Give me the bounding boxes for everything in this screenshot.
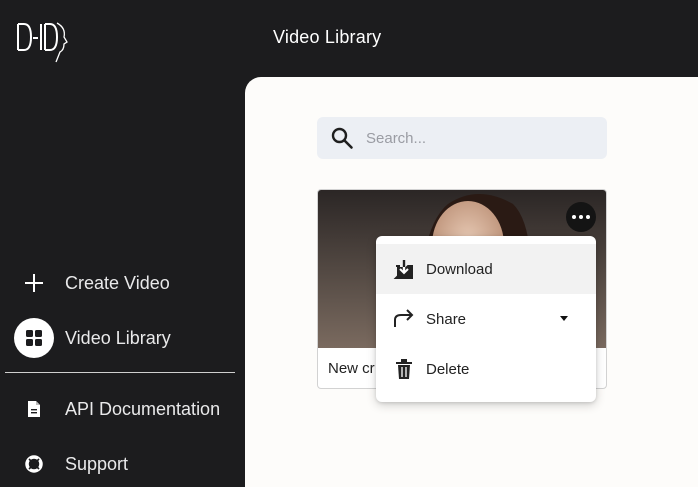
menu-item-label: Download <box>426 260 493 278</box>
chevron-down-icon[interactable] <box>560 316 568 321</box>
sidebar-item-support[interactable]: Support <box>14 444 236 484</box>
menu-item-download[interactable]: Download <box>376 244 596 294</box>
dot-icon <box>579 215 583 219</box>
more-options-button[interactable] <box>566 202 596 232</box>
video-title: New cr <box>328 360 375 377</box>
plus-icon <box>14 263 54 303</box>
menu-item-delete[interactable]: Delete <box>376 344 596 394</box>
grid-icon <box>14 318 54 358</box>
sidebar-item-video-library[interactable]: Video Library <box>14 318 236 358</box>
sidebar: Create Video Video Library API Documenta… <box>0 0 245 487</box>
video-context-menu: Download Share Delete <box>376 236 596 402</box>
dot-icon <box>586 215 590 219</box>
sidebar-item-create-video[interactable]: Create Video <box>14 263 236 303</box>
sidebar-item-label: Create Video <box>65 272 170 293</box>
search-bar[interactable] <box>317 117 607 159</box>
sidebar-item-label: API Documentation <box>65 398 221 419</box>
search-input[interactable] <box>364 128 588 148</box>
search-icon <box>330 126 354 150</box>
trash-icon <box>392 357 416 381</box>
dot-icon <box>572 215 576 219</box>
menu-item-share[interactable]: Share <box>376 294 596 344</box>
document-icon <box>14 389 54 429</box>
sidebar-item-api-documentation[interactable]: API Documentation <box>14 389 236 429</box>
page-title: Video Library <box>273 27 382 47</box>
lifebuoy-icon <box>14 444 54 484</box>
download-icon <box>392 257 416 281</box>
menu-item-label: Delete <box>426 360 470 378</box>
menu-item-label: Share <box>426 310 467 328</box>
share-icon <box>392 307 416 331</box>
sidebar-divider <box>5 372 235 373</box>
sidebar-item-label: Video Library <box>65 327 171 348</box>
sidebar-item-label: Support <box>65 453 129 474</box>
